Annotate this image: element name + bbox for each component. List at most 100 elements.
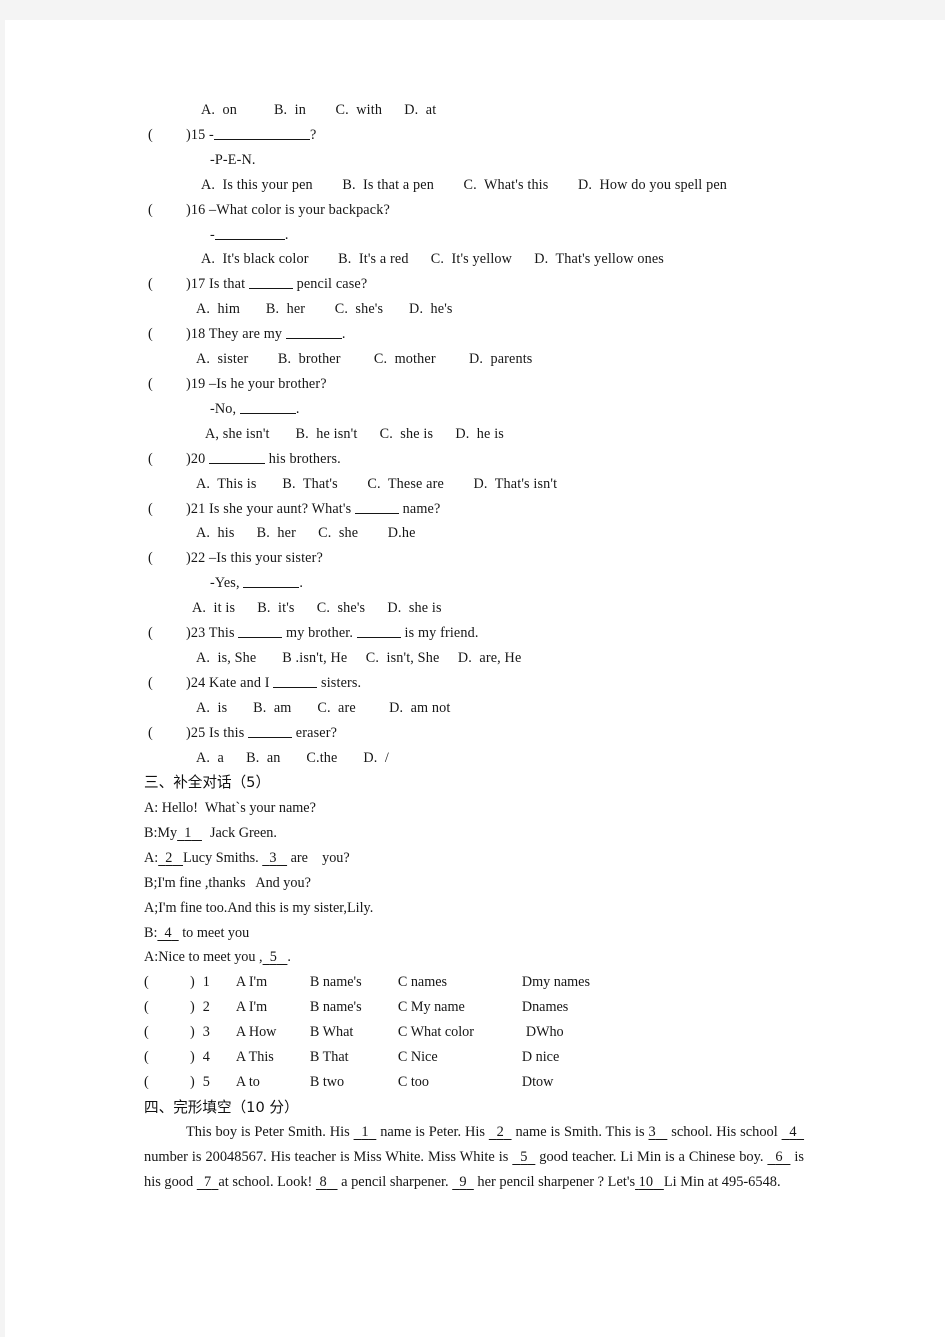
- dialogue-line-b1: B:My 1 Jack Green.: [144, 821, 813, 846]
- question-17-options: A. him B. her C. she's D. he's: [196, 301, 453, 318]
- answer-bracket-open[interactable]: (: [144, 995, 190, 1020]
- question-21-blank[interactable]: [354, 499, 399, 514]
- answer-bracket-open[interactable]: (: [148, 621, 186, 646]
- worksheet-page: A. on B. in C. with D. at ()15 -? -P-E-N…: [5, 20, 945, 1337]
- dialogue-b3-pre: B:: [144, 924, 158, 941]
- question-22-stem: ()22 –Is this your sister?: [148, 546, 813, 571]
- cloze-text-3: school. His school: [667, 1124, 782, 1141]
- question-19-sub-suffix: .: [295, 400, 300, 417]
- dialogue-option-num: 5: [202, 1073, 210, 1090]
- dialogue-a2-blank-1[interactable]: 2: [158, 850, 183, 866]
- question-18-blank[interactable]: [285, 324, 342, 340]
- question-22-blank[interactable]: [243, 573, 300, 589]
- question-20-stem-prefix: 20: [190, 450, 210, 467]
- cloze-text-7: at school. Look!: [218, 1173, 316, 1190]
- answer-bracket-open[interactable]: (: [144, 1045, 190, 1070]
- dialogue-option-b: B name's: [309, 999, 362, 1016]
- dialogue-option-c: C names: [397, 974, 448, 991]
- question-20-options: A. This is B. That's C. These are D. Tha…: [196, 475, 558, 492]
- dialogue-a4-blank[interactable]: 5: [263, 949, 288, 965]
- question-25-options: A. a B. an C.the D. /: [196, 749, 389, 766]
- answer-bracket-open[interactable]: (: [148, 497, 186, 522]
- question-20-blank[interactable]: [209, 449, 266, 464]
- dialogue-b3-blank[interactable]: 4: [157, 925, 178, 941]
- question-16-stem-text: 16 –What color is your backpack?: [190, 201, 390, 218]
- question-21-stem: ()21 Is she your aunt? What's name?: [148, 497, 813, 522]
- cloze-blank-9[interactable]: 9: [452, 1174, 474, 1190]
- answer-bracket-open[interactable]: (: [148, 198, 186, 223]
- question-23-blank-1[interactable]: [238, 623, 283, 639]
- answer-bracket-open[interactable]: (: [144, 1070, 190, 1095]
- answer-bracket-open[interactable]: (: [148, 721, 186, 746]
- question-20-stem-suffix: his brothers.: [265, 450, 341, 467]
- dialogue-option-b: B name's: [309, 974, 362, 991]
- answer-bracket-open[interactable]: (: [144, 1020, 190, 1045]
- answer-bracket-open[interactable]: (: [148, 546, 186, 571]
- section-four-heading: 四、完形填空（10 分）: [144, 1098, 299, 1116]
- dialogue-option-row: () 2 A I'm B name's C My name Dnames: [144, 995, 813, 1020]
- dialogue-line-a1: A: Hello! What`s your name?: [144, 799, 316, 816]
- question-24-stem-suffix: sisters.: [317, 674, 362, 691]
- question-21-stem-suffix: name?: [398, 500, 441, 517]
- question-22-sub-prefix: -Yes,: [210, 575, 244, 592]
- question-22-options: A. it is B. it's C. she's D. she is: [192, 600, 442, 617]
- answer-bracket-open[interactable]: (: [148, 322, 186, 347]
- dialogue-line-a2: A: 2 Lucy Smiths. 3 are you?: [144, 846, 813, 871]
- answer-bracket-open[interactable]: (: [148, 372, 186, 397]
- question-17-stem-suffix: pencil case?: [292, 276, 368, 293]
- question-19-sub-prefix: -No,: [210, 400, 240, 417]
- cloze-blank-5[interactable]: 5: [512, 1149, 535, 1165]
- answer-bracket-open[interactable]: (: [148, 123, 186, 148]
- cloze-blank-4[interactable]: 4: [782, 1124, 804, 1140]
- cloze-blank-6[interactable]: 6: [767, 1149, 790, 1165]
- answer-bracket-open[interactable]: (: [148, 272, 186, 297]
- cloze-blank-2[interactable]: 2: [489, 1124, 512, 1140]
- cloze-text-1: name is Peter. His: [376, 1124, 489, 1141]
- dialogue-a2-post: are you?: [287, 849, 350, 866]
- dialogue-option-num: 1: [202, 974, 210, 991]
- dialogue-option-a: A I'm: [235, 999, 268, 1016]
- cloze-blank-8[interactable]: 8: [316, 1174, 338, 1190]
- answer-bracket-close: ): [190, 1073, 195, 1090]
- question-18-stem: ()18 They are my .: [148, 322, 813, 347]
- cloze-text-5: good teacher. Li Min is a Chinese boy.: [535, 1148, 768, 1165]
- dialogue-b3-post: to meet you: [178, 924, 250, 941]
- dialogue-option-row: () 5 A to B two C too Dtow: [144, 1070, 813, 1095]
- dialogue-option-row: () 4 A This B That C Nice D nice: [144, 1045, 813, 1070]
- cloze-blank-7[interactable]: 7: [197, 1174, 219, 1190]
- question-16-stem: ()16 –What color is your backpack?: [148, 198, 813, 223]
- question-15-stem: ()15 -?: [148, 123, 813, 148]
- cloze-text-10: Li Min at 495-6548.: [663, 1173, 781, 1190]
- question-23-blank-2[interactable]: [356, 623, 401, 639]
- question-25-blank[interactable]: [248, 723, 293, 738]
- question-15-blank[interactable]: [213, 125, 310, 140]
- cloze-text-4: number is 20048567. His teacher is Miss …: [144, 1148, 513, 1165]
- answer-bracket-close: ): [190, 974, 195, 991]
- question-17-stem: ()17 Is that pencil case?: [148, 272, 813, 297]
- cloze-blank-10[interactable]: 10: [635, 1174, 664, 1190]
- cloze-text-2: name is Smith. This is: [511, 1124, 649, 1141]
- dialogue-option-d: D nice: [521, 1049, 560, 1066]
- question-18-options: A. sister B. brother C. mother D. parent…: [196, 351, 533, 368]
- question-16-blank[interactable]: [214, 225, 285, 240]
- question-19-blank[interactable]: [239, 399, 296, 414]
- cloze-passage: This boy is Peter Smith. His 1 name is P…: [144, 1120, 804, 1194]
- dialogue-b1-post: Jack Green.: [209, 824, 277, 841]
- dialogue-line-a4: A:Nice to meet you , 5 .: [144, 945, 813, 970]
- answer-bracket-open[interactable]: (: [148, 671, 186, 696]
- cloze-blank-1[interactable]: 1: [354, 1124, 377, 1140]
- cloze-blank-3[interactable]: 3: [649, 1124, 668, 1140]
- answer-bracket-open[interactable]: (: [144, 970, 190, 995]
- dialogue-line-a3: A;I'm fine too.And this is my sister,Lil…: [144, 899, 374, 916]
- dialogue-option-row: () 1 A I'm B name's C names Dmy names: [144, 970, 813, 995]
- dialogue-b1-blank[interactable]: 1: [177, 825, 202, 841]
- answer-bracket-open[interactable]: (: [148, 447, 186, 472]
- question-21-stem-prefix: 21 Is she your aunt? What's: [190, 500, 355, 517]
- answer-bracket-close: ): [190, 1049, 195, 1066]
- dialogue-a2-blank-2[interactable]: 3: [262, 850, 287, 866]
- dialogue-option-a: A to: [235, 1073, 260, 1090]
- question-23-stem-suffix: is my friend.: [400, 625, 479, 642]
- question-24-blank[interactable]: [273, 673, 318, 688]
- question-17-blank[interactable]: [248, 274, 293, 290]
- dialogue-b1-pre: B:My: [144, 824, 178, 841]
